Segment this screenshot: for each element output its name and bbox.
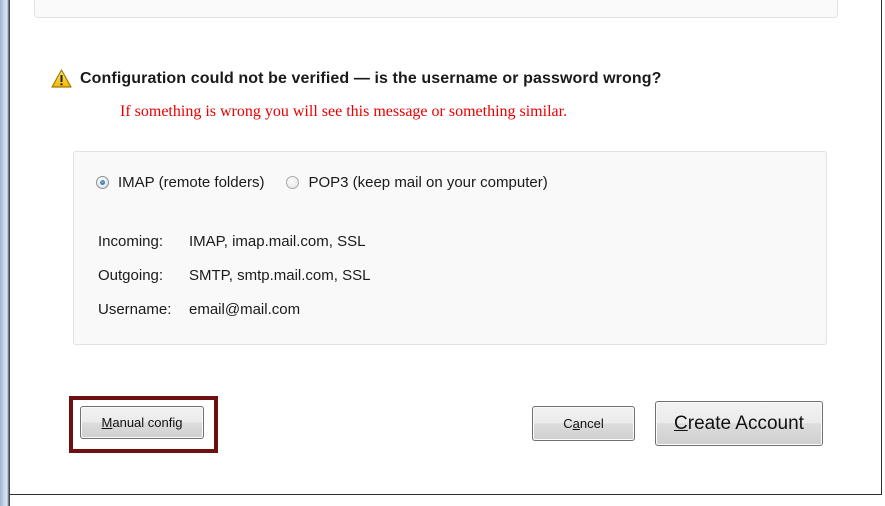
annotation-text: If something is wrong you will see this … [120,103,568,120]
cancel-button[interactable]: Ca ncel [532,406,635,441]
imap-radio-label[interactable]: IMAP (remote folders) [118,174,264,191]
pop3-radio[interactable] [286,176,300,189]
pop3-radio-label[interactable]: POP3 (keep mail on your computer) [308,174,547,191]
account-setup-dialog: Configuration could not be verified — is… [10,0,882,495]
protocol-radio-group: IMAP (remote folders) POP3 (keep mail on… [96,174,548,191]
incoming-row: Incoming: IMAP, imap.mail.com, SSL [98,233,370,267]
cancel-label-end: ncel [579,416,604,431]
warning-row: Configuration could not be verified — is… [51,69,661,88]
top-panel [34,0,838,18]
outgoing-row: Outgoing: SMTP, smtp.mail.com, SSL [98,267,370,301]
outgoing-label: Outgoing: [98,267,164,284]
username-label: Username: [98,301,172,318]
outgoing-value: SMTP, smtp.mail.com, SSL [189,267,371,284]
create-account-button[interactable]: Create Account [655,401,823,446]
create-account-label: reate Account [687,412,804,434]
warning-message: Configuration could not be verified — is… [80,69,662,87]
username-value: email@mail.com [189,301,301,318]
protocol-panel: IMAP (remote folders) POP3 (keep mail on… [73,151,827,345]
create-account-accesskey: C [674,412,688,434]
highlight-box [69,396,218,453]
incoming-value: IMAP, imap.mail.com, SSL [189,233,366,250]
warning-triangle-icon [51,69,72,88]
cancel-label-start: C [563,416,573,431]
window-frame-left [0,0,10,506]
incoming-label: Incoming: [98,233,164,250]
cancel-accesskey: a [572,416,580,431]
imap-radio[interactable] [96,176,109,189]
server-settings: Incoming: IMAP, imap.mail.com, SSL Outgo… [98,233,370,335]
username-row: Username: email@mail.com [98,301,370,335]
